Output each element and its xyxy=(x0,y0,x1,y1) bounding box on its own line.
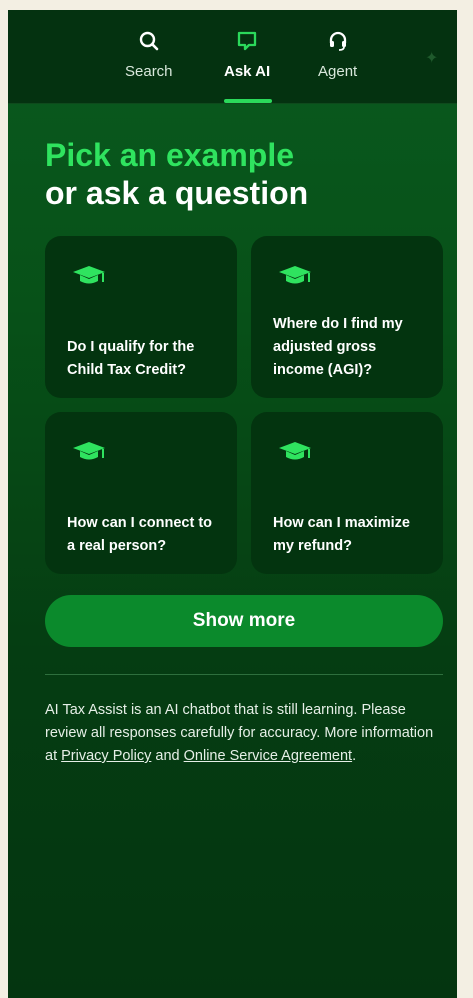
graduation-cap-icon xyxy=(279,266,311,284)
show-more-button[interactable]: Show more xyxy=(45,595,443,647)
disclaimer-and: and xyxy=(155,748,180,764)
disclaimer-period: . xyxy=(352,748,357,764)
example-question: Where do I find my adjusted gross income… xyxy=(273,316,403,378)
tab-agent[interactable]: Agent xyxy=(318,28,357,80)
tab-search-label: Search xyxy=(125,63,173,80)
page-title: Pick an example or ask a question xyxy=(45,136,308,212)
divider xyxy=(45,674,443,675)
title-line-1: Pick an example xyxy=(45,137,295,173)
graduation-cap-icon xyxy=(73,442,105,460)
disclaimer-text: AI Tax Assist is an AI chatbot that is s… xyxy=(45,699,445,768)
example-card-real-person[interactable]: How can I connect to a real person? xyxy=(45,412,237,574)
tab-agent-label: Agent xyxy=(318,63,358,80)
example-card-agi[interactable]: Where do I find my adjusted gross income… xyxy=(251,236,443,398)
graduation-cap-icon xyxy=(73,266,105,284)
example-question: Do I qualify for the Child Tax Credit? xyxy=(67,339,195,378)
headset-icon xyxy=(325,28,351,54)
assistant-panel: Search Ask AI Agent ✦ Pick an example or… xyxy=(8,10,457,998)
example-question: How can I connect to a real person? xyxy=(67,515,213,554)
active-tab-indicator xyxy=(224,99,272,103)
chat-icon xyxy=(234,28,260,54)
sparkle-icon: ✦ xyxy=(425,50,439,67)
example-card-maximize-refund[interactable]: How can I maximize my refund? xyxy=(251,412,443,574)
search-icon xyxy=(136,28,162,54)
title-line-2: or ask a question xyxy=(45,175,309,211)
tab-search[interactable]: Search xyxy=(125,28,173,80)
top-nav: Search Ask AI Agent ✦ xyxy=(8,10,457,104)
privacy-policy-link[interactable]: Privacy Policy xyxy=(61,748,151,764)
example-question: How can I maximize my refund? xyxy=(273,515,410,554)
tab-ask-ai-label: Ask AI xyxy=(224,63,271,80)
graduation-cap-icon xyxy=(279,442,311,460)
online-service-agreement-link[interactable]: Online Service Agreement xyxy=(184,748,352,764)
example-card-child-tax-credit[interactable]: Do I qualify for the Child Tax Credit? xyxy=(45,236,237,398)
tab-ask-ai[interactable]: Ask AI xyxy=(224,28,270,80)
